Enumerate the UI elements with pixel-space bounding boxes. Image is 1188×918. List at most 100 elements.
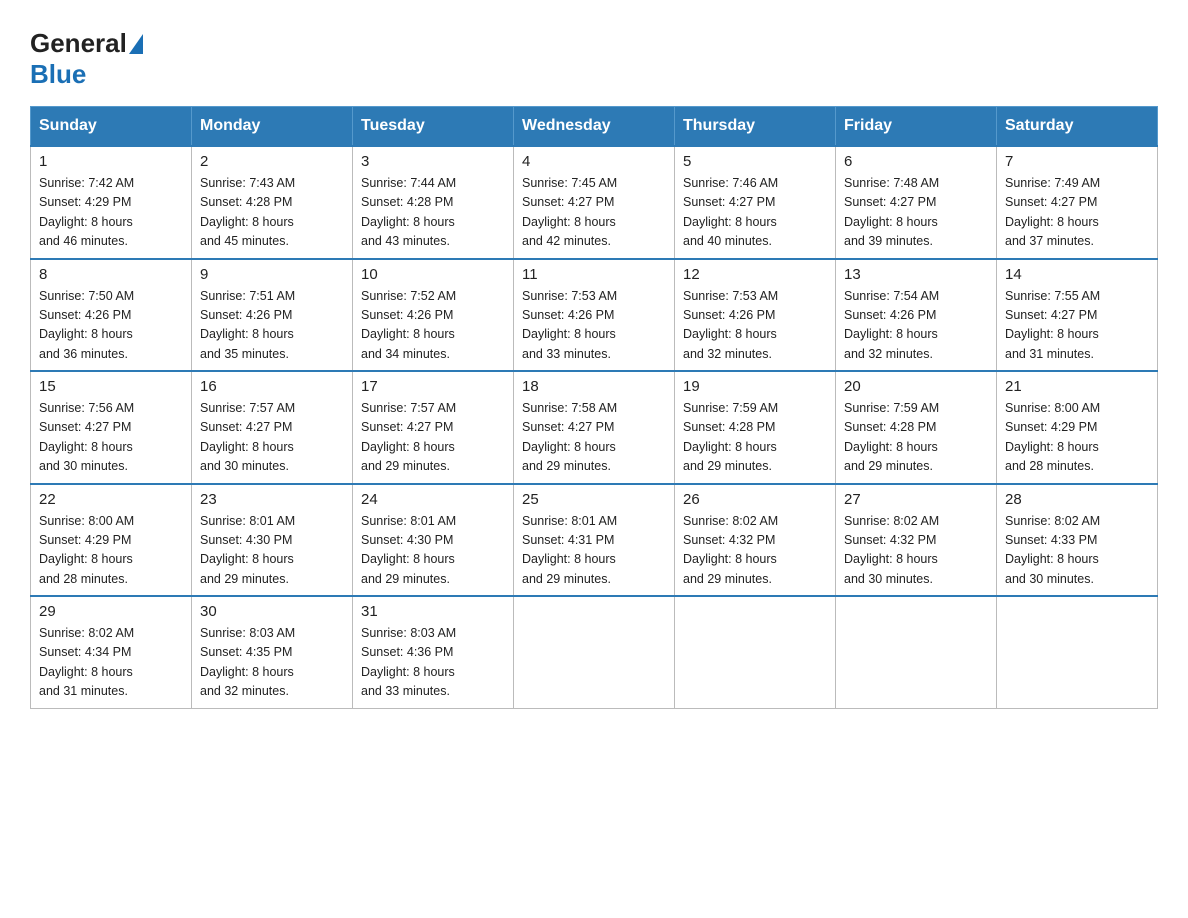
- calendar-cell: 25 Sunrise: 8:01 AM Sunset: 4:31 PM Dayl…: [514, 484, 675, 597]
- day-info: Sunrise: 7:55 AM Sunset: 4:27 PM Dayligh…: [1005, 287, 1149, 365]
- calendar-cell: 27 Sunrise: 8:02 AM Sunset: 4:32 PM Dayl…: [836, 484, 997, 597]
- day-info: Sunrise: 8:01 AM Sunset: 4:31 PM Dayligh…: [522, 512, 666, 590]
- calendar-cell: 8 Sunrise: 7:50 AM Sunset: 4:26 PM Dayli…: [31, 259, 192, 372]
- week-row-2: 8 Sunrise: 7:50 AM Sunset: 4:26 PM Dayli…: [31, 259, 1158, 372]
- week-row-4: 22 Sunrise: 8:00 AM Sunset: 4:29 PM Dayl…: [31, 484, 1158, 597]
- day-number: 20: [844, 378, 988, 395]
- logo-general-text: General: [30, 28, 127, 59]
- calendar-cell: 24 Sunrise: 8:01 AM Sunset: 4:30 PM Dayl…: [353, 484, 514, 597]
- calendar-cell: [514, 596, 675, 708]
- day-number: 2: [200, 153, 344, 170]
- calendar-cell: 11 Sunrise: 7:53 AM Sunset: 4:26 PM Dayl…: [514, 259, 675, 372]
- day-number: 15: [39, 378, 183, 395]
- day-number: 24: [361, 491, 505, 508]
- day-number: 27: [844, 491, 988, 508]
- col-header-sunday: Sunday: [31, 107, 192, 147]
- day-number: 10: [361, 266, 505, 283]
- calendar-cell: [997, 596, 1158, 708]
- day-info: Sunrise: 7:58 AM Sunset: 4:27 PM Dayligh…: [522, 399, 666, 477]
- col-header-tuesday: Tuesday: [353, 107, 514, 147]
- col-header-wednesday: Wednesday: [514, 107, 675, 147]
- calendar-cell: 18 Sunrise: 7:58 AM Sunset: 4:27 PM Dayl…: [514, 371, 675, 484]
- day-number: 25: [522, 491, 666, 508]
- day-number: 17: [361, 378, 505, 395]
- day-number: 9: [200, 266, 344, 283]
- day-info: Sunrise: 8:02 AM Sunset: 4:32 PM Dayligh…: [844, 512, 988, 590]
- calendar-cell: 26 Sunrise: 8:02 AM Sunset: 4:32 PM Dayl…: [675, 484, 836, 597]
- day-number: 30: [200, 603, 344, 620]
- day-info: Sunrise: 8:02 AM Sunset: 4:32 PM Dayligh…: [683, 512, 827, 590]
- page-header: General Blue: [30, 20, 1158, 90]
- calendar-cell: 10 Sunrise: 7:52 AM Sunset: 4:26 PM Dayl…: [353, 259, 514, 372]
- calendar-table: SundayMondayTuesdayWednesdayThursdayFrid…: [30, 106, 1158, 709]
- day-info: Sunrise: 8:01 AM Sunset: 4:30 PM Dayligh…: [200, 512, 344, 590]
- day-info: Sunrise: 7:57 AM Sunset: 4:27 PM Dayligh…: [361, 399, 505, 477]
- day-number: 22: [39, 491, 183, 508]
- day-info: Sunrise: 7:42 AM Sunset: 4:29 PM Dayligh…: [39, 174, 183, 252]
- day-info: Sunrise: 7:49 AM Sunset: 4:27 PM Dayligh…: [1005, 174, 1149, 252]
- calendar-cell: [836, 596, 997, 708]
- day-info: Sunrise: 8:01 AM Sunset: 4:30 PM Dayligh…: [361, 512, 505, 590]
- calendar-cell: 29 Sunrise: 8:02 AM Sunset: 4:34 PM Dayl…: [31, 596, 192, 708]
- day-info: Sunrise: 7:57 AM Sunset: 4:27 PM Dayligh…: [200, 399, 344, 477]
- day-number: 12: [683, 266, 827, 283]
- calendar-cell: 28 Sunrise: 8:02 AM Sunset: 4:33 PM Dayl…: [997, 484, 1158, 597]
- day-info: Sunrise: 7:51 AM Sunset: 4:26 PM Dayligh…: [200, 287, 344, 365]
- day-info: Sunrise: 8:03 AM Sunset: 4:36 PM Dayligh…: [361, 624, 505, 702]
- calendar-cell: 9 Sunrise: 7:51 AM Sunset: 4:26 PM Dayli…: [192, 259, 353, 372]
- day-number: 21: [1005, 378, 1149, 395]
- col-header-friday: Friday: [836, 107, 997, 147]
- day-info: Sunrise: 8:02 AM Sunset: 4:34 PM Dayligh…: [39, 624, 183, 702]
- calendar-cell: 12 Sunrise: 7:53 AM Sunset: 4:26 PM Dayl…: [675, 259, 836, 372]
- day-info: Sunrise: 8:02 AM Sunset: 4:33 PM Dayligh…: [1005, 512, 1149, 590]
- calendar-cell: 14 Sunrise: 7:55 AM Sunset: 4:27 PM Dayl…: [997, 259, 1158, 372]
- day-info: Sunrise: 7:50 AM Sunset: 4:26 PM Dayligh…: [39, 287, 183, 365]
- calendar-cell: 5 Sunrise: 7:46 AM Sunset: 4:27 PM Dayli…: [675, 146, 836, 259]
- calendar-cell: 19 Sunrise: 7:59 AM Sunset: 4:28 PM Dayl…: [675, 371, 836, 484]
- day-number: 28: [1005, 491, 1149, 508]
- calendar-cell: 7 Sunrise: 7:49 AM Sunset: 4:27 PM Dayli…: [997, 146, 1158, 259]
- calendar-cell: 31 Sunrise: 8:03 AM Sunset: 4:36 PM Dayl…: [353, 596, 514, 708]
- day-number: 6: [844, 153, 988, 170]
- calendar-cell: 16 Sunrise: 7:57 AM Sunset: 4:27 PM Dayl…: [192, 371, 353, 484]
- calendar-cell: 30 Sunrise: 8:03 AM Sunset: 4:35 PM Dayl…: [192, 596, 353, 708]
- day-info: Sunrise: 8:00 AM Sunset: 4:29 PM Dayligh…: [39, 512, 183, 590]
- day-number: 11: [522, 266, 666, 283]
- day-number: 7: [1005, 153, 1149, 170]
- week-row-3: 15 Sunrise: 7:56 AM Sunset: 4:27 PM Dayl…: [31, 371, 1158, 484]
- calendar-cell: 13 Sunrise: 7:54 AM Sunset: 4:26 PM Dayl…: [836, 259, 997, 372]
- day-info: Sunrise: 7:56 AM Sunset: 4:27 PM Dayligh…: [39, 399, 183, 477]
- logo-triangle-icon: [129, 34, 143, 54]
- day-number: 31: [361, 603, 505, 620]
- day-info: Sunrise: 7:45 AM Sunset: 4:27 PM Dayligh…: [522, 174, 666, 252]
- calendar-header-row: SundayMondayTuesdayWednesdayThursdayFrid…: [31, 107, 1158, 147]
- day-number: 19: [683, 378, 827, 395]
- day-number: 5: [683, 153, 827, 170]
- calendar-cell: 6 Sunrise: 7:48 AM Sunset: 4:27 PM Dayli…: [836, 146, 997, 259]
- day-info: Sunrise: 7:43 AM Sunset: 4:28 PM Dayligh…: [200, 174, 344, 252]
- day-info: Sunrise: 7:59 AM Sunset: 4:28 PM Dayligh…: [844, 399, 988, 477]
- col-header-saturday: Saturday: [997, 107, 1158, 147]
- calendar-cell: 2 Sunrise: 7:43 AM Sunset: 4:28 PM Dayli…: [192, 146, 353, 259]
- day-info: Sunrise: 7:53 AM Sunset: 4:26 PM Dayligh…: [522, 287, 666, 365]
- week-row-1: 1 Sunrise: 7:42 AM Sunset: 4:29 PM Dayli…: [31, 146, 1158, 259]
- day-info: Sunrise: 7:52 AM Sunset: 4:26 PM Dayligh…: [361, 287, 505, 365]
- day-info: Sunrise: 7:54 AM Sunset: 4:26 PM Dayligh…: [844, 287, 988, 365]
- day-number: 18: [522, 378, 666, 395]
- day-number: 29: [39, 603, 183, 620]
- calendar-cell: 23 Sunrise: 8:01 AM Sunset: 4:30 PM Dayl…: [192, 484, 353, 597]
- week-row-5: 29 Sunrise: 8:02 AM Sunset: 4:34 PM Dayl…: [31, 596, 1158, 708]
- calendar-cell: 17 Sunrise: 7:57 AM Sunset: 4:27 PM Dayl…: [353, 371, 514, 484]
- day-number: 1: [39, 153, 183, 170]
- calendar-cell: 1 Sunrise: 7:42 AM Sunset: 4:29 PM Dayli…: [31, 146, 192, 259]
- day-number: 14: [1005, 266, 1149, 283]
- calendar-cell: 22 Sunrise: 8:00 AM Sunset: 4:29 PM Dayl…: [31, 484, 192, 597]
- day-number: 3: [361, 153, 505, 170]
- calendar-cell: [675, 596, 836, 708]
- calendar-cell: 4 Sunrise: 7:45 AM Sunset: 4:27 PM Dayli…: [514, 146, 675, 259]
- col-header-thursday: Thursday: [675, 107, 836, 147]
- col-header-monday: Monday: [192, 107, 353, 147]
- day-info: Sunrise: 8:03 AM Sunset: 4:35 PM Dayligh…: [200, 624, 344, 702]
- day-number: 26: [683, 491, 827, 508]
- calendar-cell: 3 Sunrise: 7:44 AM Sunset: 4:28 PM Dayli…: [353, 146, 514, 259]
